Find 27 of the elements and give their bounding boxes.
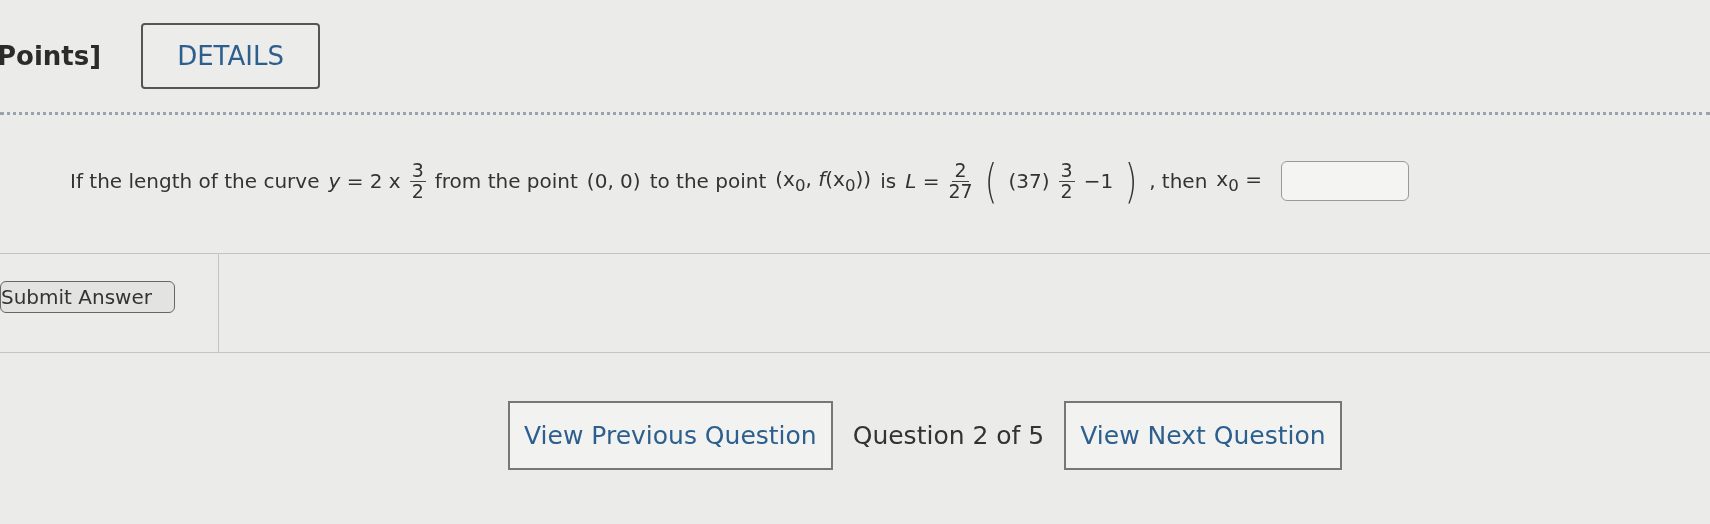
fraction-numerator: 3	[409, 160, 426, 182]
math-expression: L =	[905, 169, 940, 193]
previous-question-button[interactable]: View Previous Question	[508, 401, 833, 470]
submit-answer-button[interactable]: Submit Answer	[0, 281, 175, 313]
details-button[interactable]: DETAILS	[141, 23, 320, 89]
parenthesis: (	[984, 158, 997, 204]
math-expression: (x$_{0}$, f(x$_{0}$))	[775, 167, 872, 195]
answer-field[interactable]	[1280, 161, 1409, 201]
next-question-button[interactable]: View Next Question	[1064, 401, 1342, 470]
fraction-denominator: 2	[411, 181, 424, 202]
math-expression: x$_{0}$ =	[1216, 167, 1262, 195]
fraction-denominator: 27	[948, 181, 973, 202]
question-text: from the point	[434, 169, 578, 193]
question-text: , then	[1149, 169, 1208, 193]
points-label: Points]	[0, 41, 102, 71]
fraction-numerator: 2	[952, 160, 969, 182]
math-expression: (37)	[1008, 169, 1050, 193]
question-text: to the point	[649, 169, 767, 193]
question-position: Question 2 of 5	[852, 421, 1045, 450]
parenthesis: )	[1124, 158, 1138, 204]
question-text: If the length of the curve	[70, 169, 320, 193]
math-expression: −1	[1083, 169, 1114, 193]
math-expression: y = 2 x	[328, 169, 401, 193]
fraction-numerator: 3	[1058, 160, 1075, 182]
question-text: is	[880, 169, 897, 193]
math-expression: (0, 0)	[586, 169, 641, 193]
fraction-denominator: 2	[1060, 181, 1073, 202]
